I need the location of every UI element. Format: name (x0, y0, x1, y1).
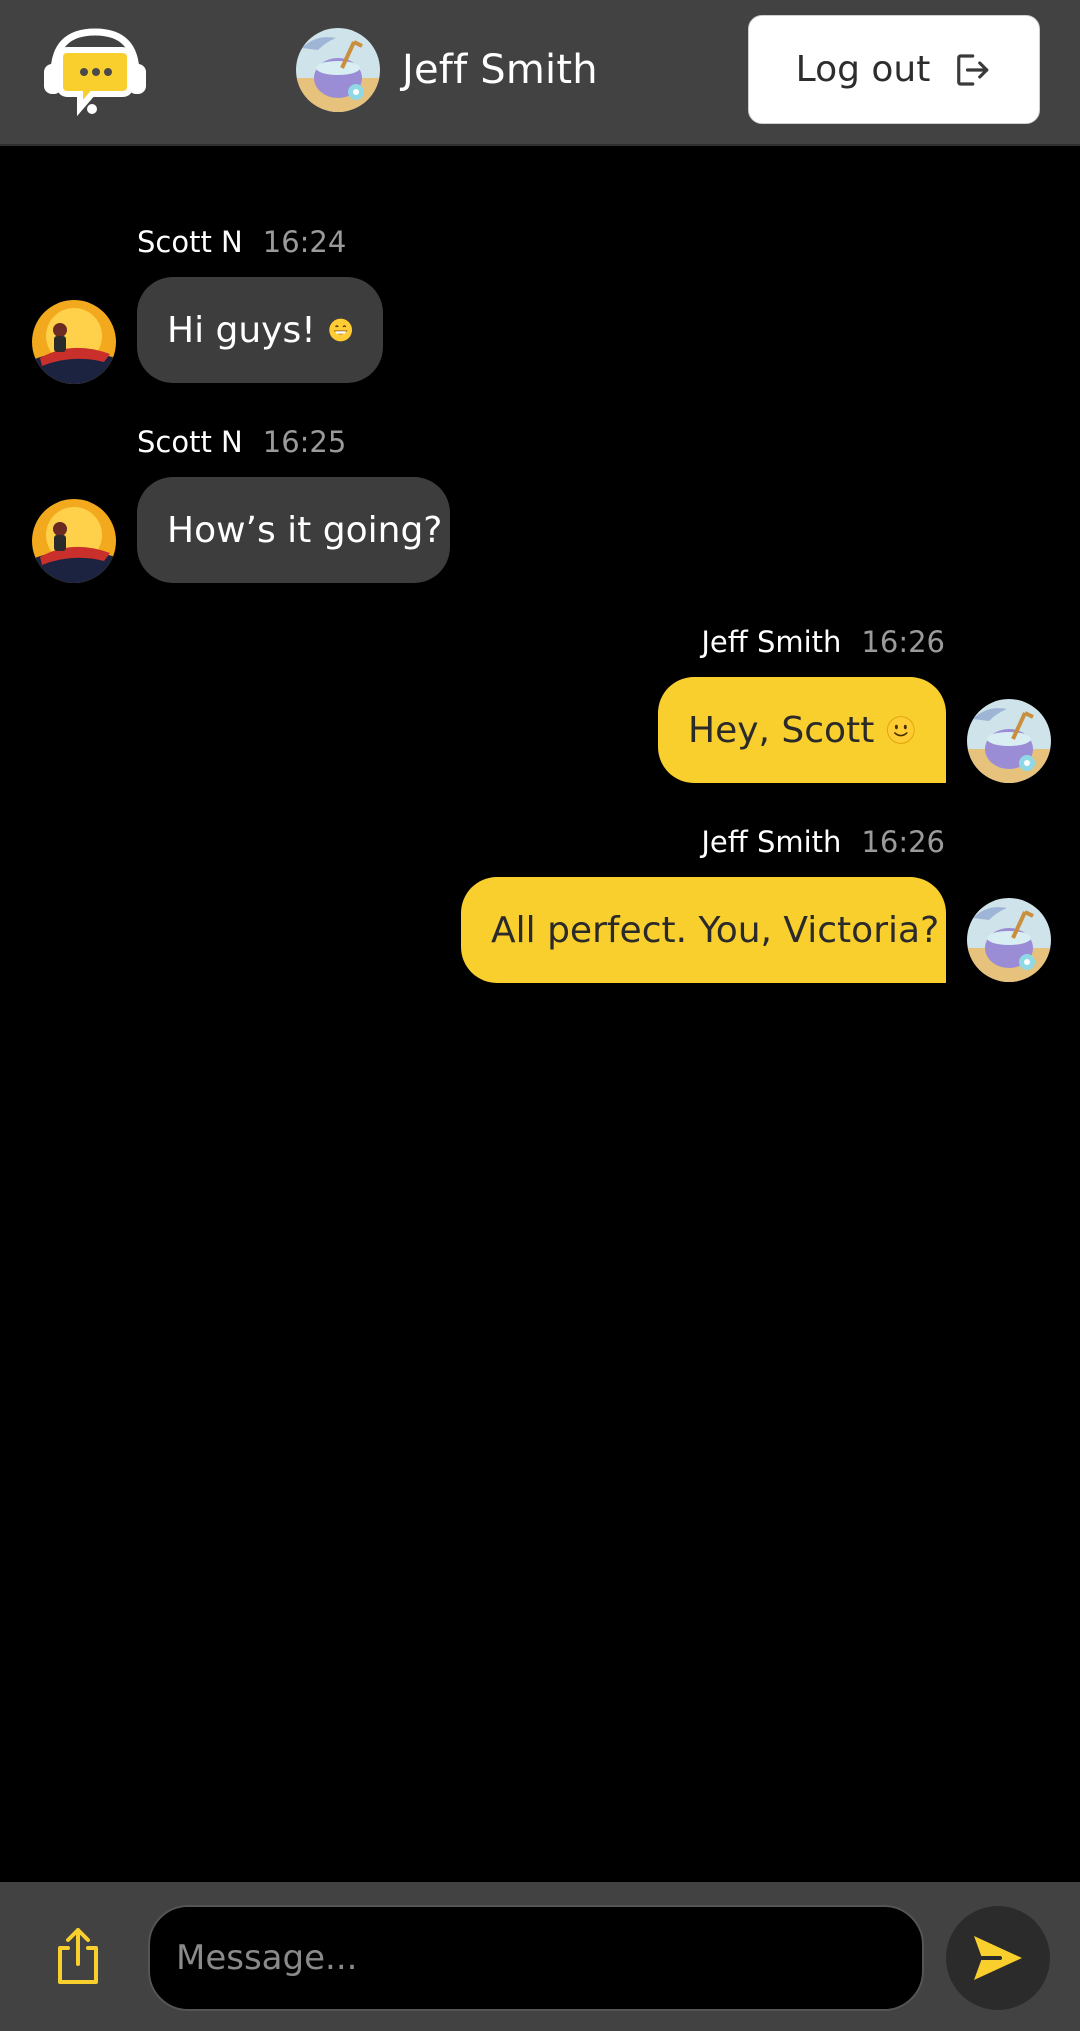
sender-name: Jeff Smith (701, 825, 842, 859)
avatar[interactable] (967, 699, 1051, 783)
message-bubble[interactable]: Hey, Scott (658, 677, 946, 783)
sender-name: Scott N (137, 425, 243, 459)
logout-arrow-icon (957, 53, 989, 86)
message-time: 16:25 (262, 425, 347, 459)
message-time: 16:26 (861, 825, 945, 859)
message-text: Hi guys! (167, 309, 316, 351)
logout-label: Log out (795, 49, 931, 90)
smiling-face-icon (887, 716, 915, 744)
send-button[interactable] (946, 1906, 1050, 2010)
current-user: Jeff Smith (296, 28, 598, 112)
message-bubble[interactable]: How’s it going? (137, 477, 450, 583)
send-arrow-icon (974, 1936, 1022, 1980)
message-input[interactable] (148, 1905, 924, 2011)
message-meta: Jeff Smith 16:26 (701, 625, 945, 659)
avatar[interactable] (32, 499, 116, 583)
message-text: How’s it going? (167, 509, 443, 551)
message-bubble[interactable]: All perfect. You, Victoria? (461, 877, 946, 983)
message-text: All perfect. You, Victoria? (491, 909, 940, 951)
message-text: Hey, Scott (688, 709, 875, 751)
avatar[interactable] (296, 28, 380, 112)
share-upload-icon[interactable] (52, 1926, 104, 1986)
app-header: Jeff Smith Log out (0, 0, 1080, 146)
logout-button[interactable]: Log out (748, 15, 1040, 124)
current-user-name: Jeff Smith (402, 47, 598, 93)
chat-headset-icon[interactable] (40, 22, 150, 117)
message-meta: Scott N 16:25 (137, 425, 346, 459)
grinning-face-icon (328, 318, 352, 342)
sender-name: Jeff Smith (701, 625, 842, 659)
message-time: 16:24 (262, 225, 347, 259)
message-meta: Jeff Smith 16:26 (701, 825, 945, 859)
message-time: 16:26 (861, 625, 945, 659)
message-composer (0, 1882, 1080, 2031)
avatar[interactable] (967, 898, 1051, 982)
message-meta: Scott N 16:24 (137, 225, 346, 259)
message-bubble[interactable]: Hi guys! (137, 277, 383, 383)
sender-name: Scott N (137, 225, 243, 259)
avatar[interactable] (32, 300, 116, 384)
